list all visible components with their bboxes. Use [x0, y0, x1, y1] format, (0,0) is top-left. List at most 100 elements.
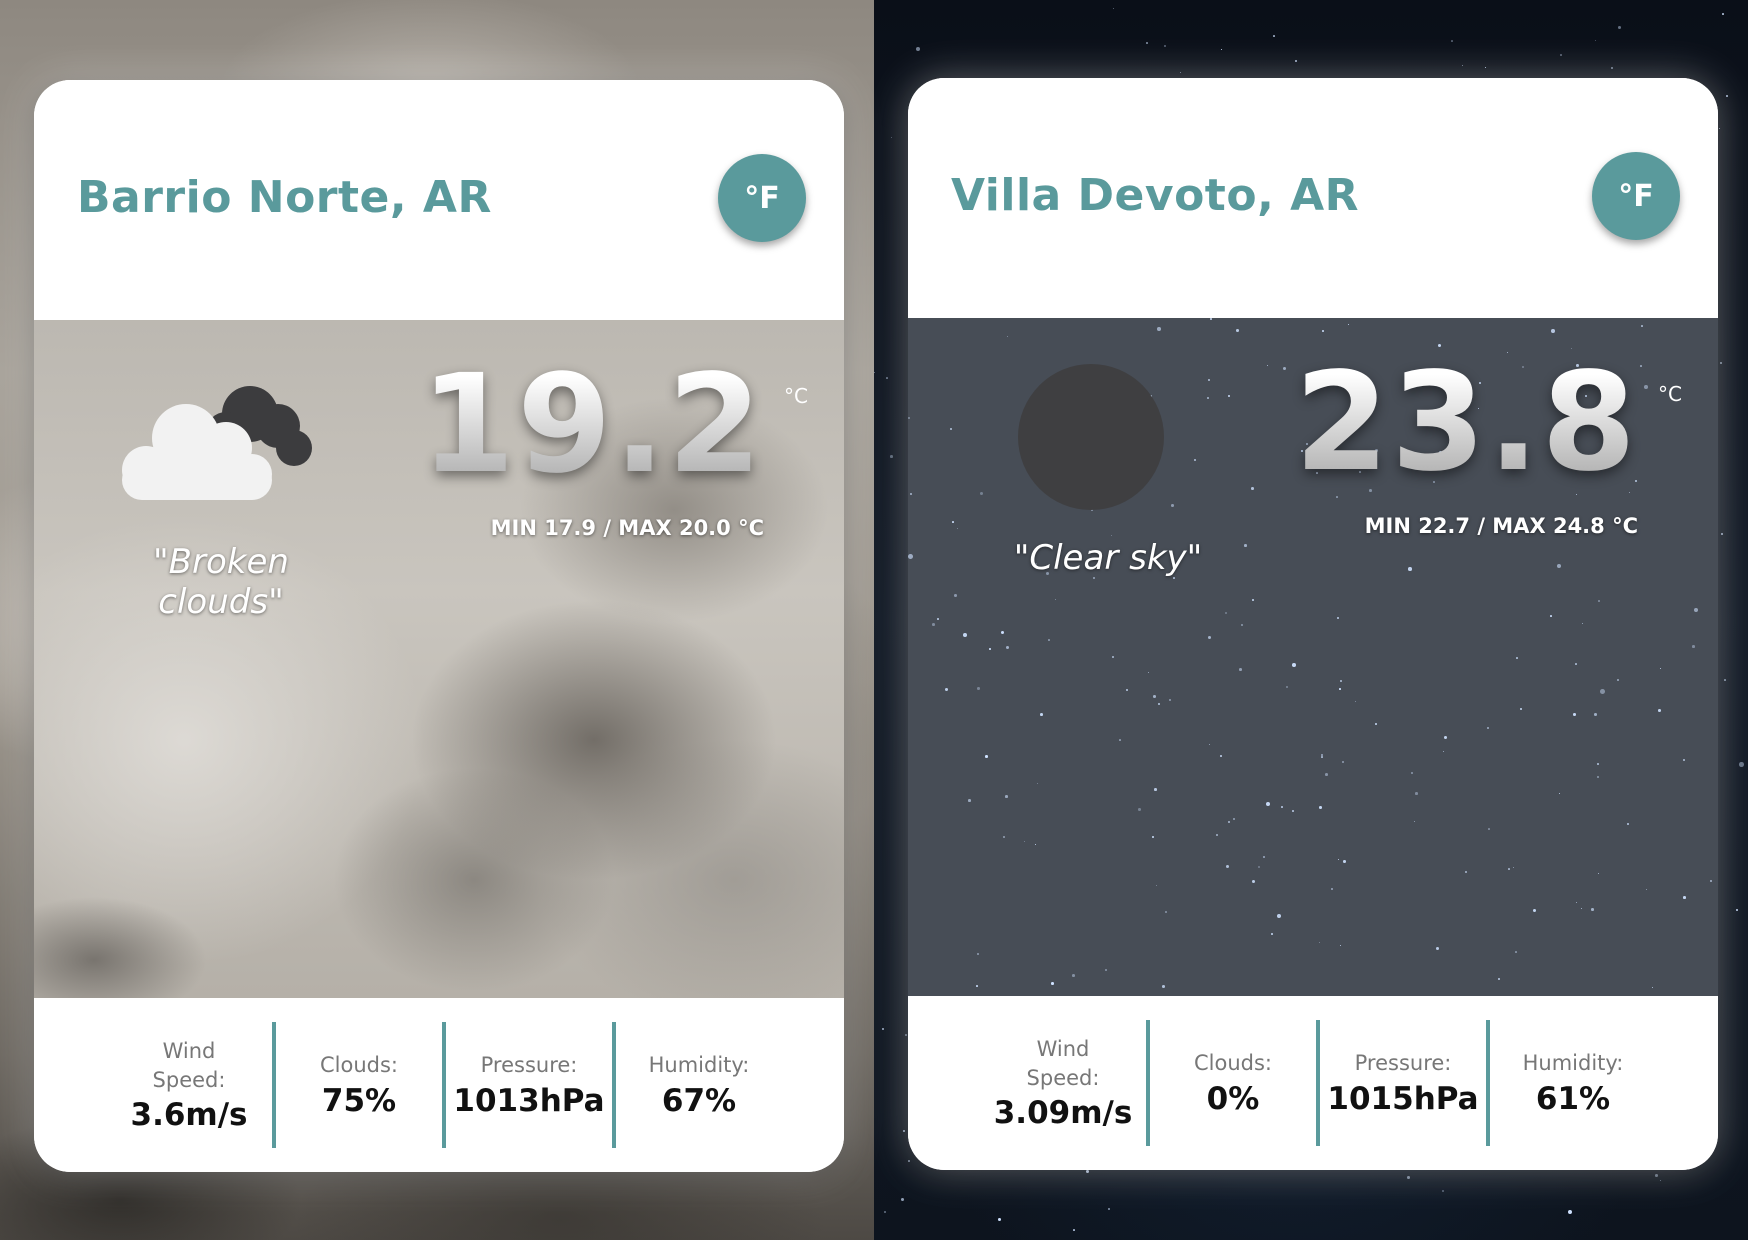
star: [1683, 759, 1685, 761]
star: [1180, 72, 1182, 74]
star: [1720, 362, 1723, 365]
star: [1273, 35, 1275, 37]
pressure-value: 1013hPa: [453, 1082, 605, 1119]
star: [1162, 985, 1165, 988]
star: [1641, 325, 1643, 327]
stat-pressure: Pressure: 1013hPa: [446, 1022, 612, 1148]
star: [1024, 841, 1025, 842]
star: [1005, 795, 1008, 798]
star: [1465, 871, 1468, 874]
star: [1736, 909, 1739, 912]
fahrenheit-toggle-button[interactable]: °F: [718, 154, 806, 242]
star: [1576, 902, 1578, 904]
star: [1171, 504, 1174, 507]
star: [1611, 67, 1613, 69]
star: [1003, 836, 1006, 839]
star: [1006, 646, 1010, 650]
clear-night-moon-icon: [1018, 364, 1164, 510]
weather-card-barrio-norte: Barrio Norte, AR °F "Broken clouds" 19.2…: [34, 80, 844, 1172]
weather-body: "Broken clouds" 19.2 °C MIN 17.9 / MAX 2…: [34, 320, 844, 998]
star: [1252, 599, 1254, 601]
star: [916, 47, 921, 52]
clouds-value: 75%: [321, 1082, 397, 1119]
star: [1152, 836, 1155, 839]
fahrenheit-toggle-button[interactable]: °F: [1592, 152, 1680, 240]
stats-footer: Wind Speed: 3.09m/s Clouds: 0% Pressure:…: [908, 996, 1718, 1170]
star: [1515, 951, 1517, 953]
star: [1342, 761, 1345, 764]
pressure-label: Pressure:: [480, 1053, 578, 1078]
star: [998, 1218, 1001, 1221]
wind-speed-label: Wind Speed:: [152, 1038, 226, 1092]
star: [1617, 679, 1619, 681]
pressure-label: Pressure:: [1354, 1051, 1452, 1076]
star: [1557, 564, 1562, 569]
star: [1533, 909, 1536, 912]
star: [1488, 828, 1490, 830]
star: [980, 492, 983, 495]
star: [985, 755, 988, 758]
star: [1252, 880, 1255, 883]
star: [937, 618, 939, 620]
weather-body: "Clear sky" 23.8 °C MIN 22.7 / MAX 24.8 …: [908, 318, 1718, 996]
star: [1573, 713, 1576, 716]
star: [1339, 688, 1341, 690]
star: [1228, 821, 1231, 824]
star: [1108, 1208, 1111, 1211]
star: [1340, 680, 1342, 682]
star: [1001, 631, 1005, 635]
star: [1286, 686, 1289, 689]
weather-description: "Clear sky": [1013, 538, 1203, 578]
weather-description: "Broken clouds": [153, 542, 289, 622]
star: [1581, 908, 1583, 910]
star: [1111, 535, 1113, 537]
star: [1221, 49, 1223, 51]
star: [1035, 844, 1037, 846]
star: [1348, 324, 1350, 326]
star: [1138, 808, 1141, 811]
star: [901, 1198, 904, 1201]
clouds-label: Clouds:: [319, 1053, 398, 1078]
star: [1414, 821, 1416, 823]
weather-card-villa-devoto: Villa Devoto, AR °F "Clear sky" 23.8 °C …: [908, 78, 1718, 1170]
star: [891, 137, 893, 139]
star: [1710, 880, 1713, 883]
star: [1164, 45, 1167, 48]
star: [1126, 689, 1129, 692]
star: [1443, 751, 1445, 753]
star: [1683, 896, 1686, 899]
star: [1216, 834, 1218, 836]
star: [1295, 60, 1298, 63]
star: [1194, 459, 1197, 462]
star: [1251, 487, 1254, 490]
star: [1559, 793, 1561, 795]
star: [954, 594, 957, 597]
star: [1627, 823, 1629, 825]
star: [945, 688, 949, 692]
star: [1598, 600, 1600, 602]
star: [1244, 544, 1247, 547]
star: [874, 372, 876, 374]
star: [1355, 701, 1357, 703]
star: [1722, 13, 1724, 15]
star: [1721, 533, 1724, 536]
city-name: Villa Devoto, AR: [951, 170, 1360, 221]
star: [1321, 756, 1323, 758]
stat-clouds: Clouds: 0%: [1150, 1020, 1316, 1146]
star: [989, 648, 991, 650]
star: [1618, 26, 1622, 30]
star: [977, 953, 979, 955]
star: [1520, 708, 1523, 711]
star: [1153, 695, 1156, 698]
star: [1600, 689, 1605, 694]
star: [968, 799, 971, 802]
star: [1644, 385, 1648, 389]
star: [1277, 914, 1281, 918]
star: [1266, 802, 1271, 807]
star: [1646, 889, 1648, 891]
star: [1331, 888, 1334, 891]
stats-footer: Wind Speed: 3.6m/s Clouds: 75% Pressure:…: [34, 998, 844, 1172]
stat-humidity: Humidity: 61%: [1490, 1020, 1656, 1146]
star: [1325, 773, 1328, 776]
star: [1340, 945, 1341, 946]
